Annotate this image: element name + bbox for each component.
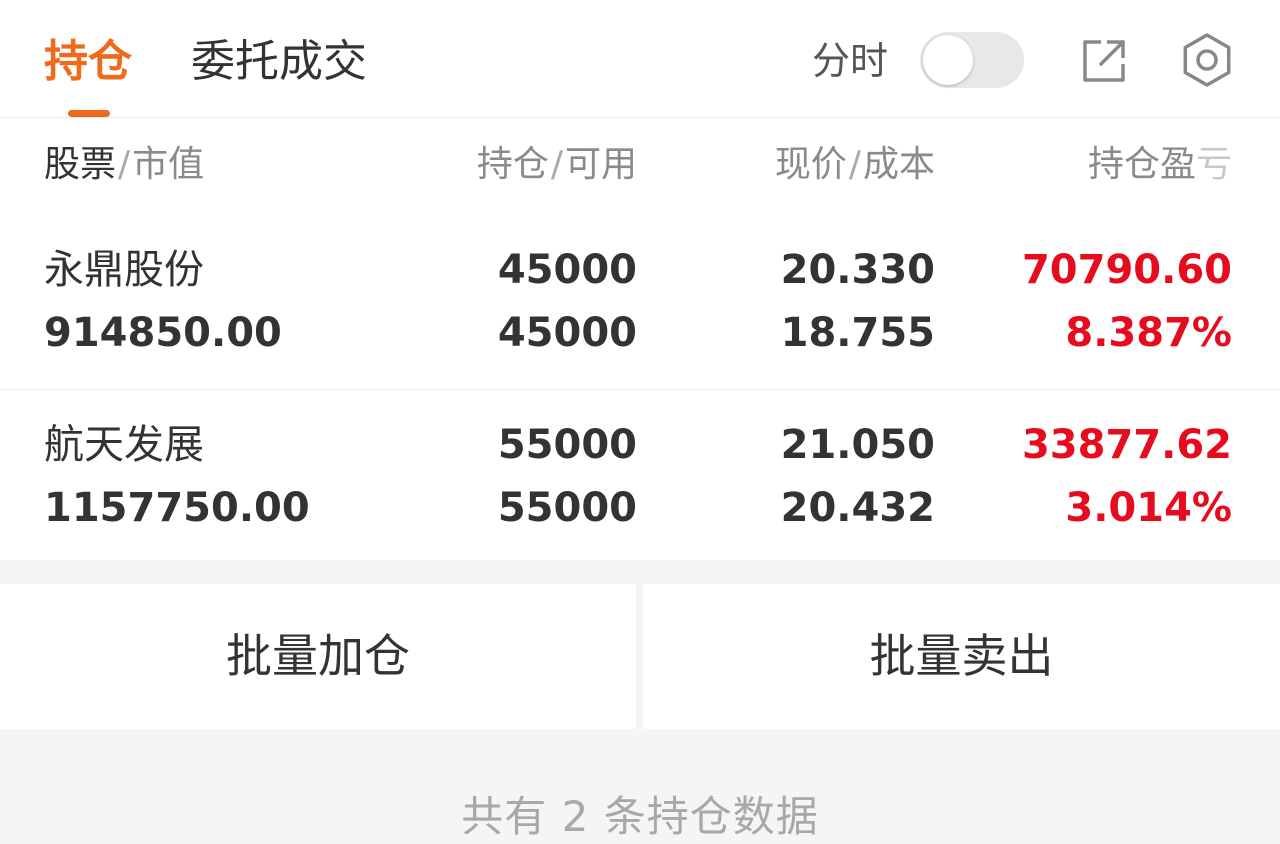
header-position-available: 持仓/可用 (476, 144, 637, 185)
tab-holdings[interactable]: 持仓 (44, 36, 132, 88)
table-row[interactable]: 永鼎股份 914850.00 45000 45000 20.330 18.755… (0, 215, 1280, 390)
available-qty: 55000 (497, 485, 637, 531)
toggle-knob (923, 35, 973, 85)
active-tab-indicator (68, 110, 110, 117)
header-cost: 成本 (862, 144, 935, 185)
batch-add-button[interactable]: 批量加仓 (0, 584, 636, 729)
cost-price: 20.432 (780, 485, 935, 531)
top-bar: 持仓 委托成交 分时 (0, 0, 1280, 118)
position-qty: 55000 (497, 422, 637, 468)
gear-icon[interactable] (1179, 32, 1235, 88)
header-market-value: 市值 (132, 144, 205, 185)
cost-price: 18.755 (780, 310, 935, 356)
header-price-cost: 现价/成本 (774, 144, 935, 185)
fenshi-label: 分时 (812, 39, 889, 83)
current-price: 21.050 (780, 422, 935, 468)
holdings-table: 股票/市值 持仓/可用 现价/成本 持仓盈亏 永鼎股份 914850.00 45… (0, 118, 1280, 560)
fenshi-toggle[interactable] (920, 32, 1024, 88)
header-stock-marketvalue: 股票/市值 (44, 144, 205, 185)
profit-loss-amount: 70790.60 (1021, 247, 1232, 293)
holdings-count-note: 共有 2 条持仓数据 (461, 792, 819, 841)
stock-name: 永鼎股份 (44, 247, 204, 293)
header-stock: 股票 (44, 144, 117, 185)
table-row[interactable]: 航天发展 1157750.00 55000 55000 21.050 20.43… (0, 390, 1280, 564)
current-price: 20.330 (780, 247, 935, 293)
header-pl-text-faded: 亏 (1195, 144, 1232, 185)
header-pl-text: 持仓盈 (1087, 144, 1196, 185)
market-value: 1157750.00 (44, 485, 310, 531)
header-available: 可用 (564, 144, 637, 185)
header-profit-loss: 持仓盈亏 (1088, 142, 1232, 188)
tab-orders[interactable]: 委托成交 (191, 36, 367, 88)
market-value: 914850.00 (44, 310, 282, 356)
header-price: 现价 (774, 144, 847, 185)
batch-sell-button[interactable]: 批量卖出 (643, 584, 1280, 729)
header-position: 持仓 (476, 144, 549, 185)
profit-loss-percent: 8.387% (1065, 310, 1232, 356)
position-qty: 45000 (497, 247, 637, 293)
export-icon[interactable] (1079, 36, 1129, 86)
action-bar: 批量加仓 批量卖出 (0, 584, 1280, 729)
available-qty: 45000 (497, 310, 637, 356)
profit-loss-amount: 33877.62 (1021, 422, 1232, 468)
stock-name: 航天发展 (44, 422, 204, 468)
profit-loss-percent: 3.014% (1065, 485, 1232, 531)
